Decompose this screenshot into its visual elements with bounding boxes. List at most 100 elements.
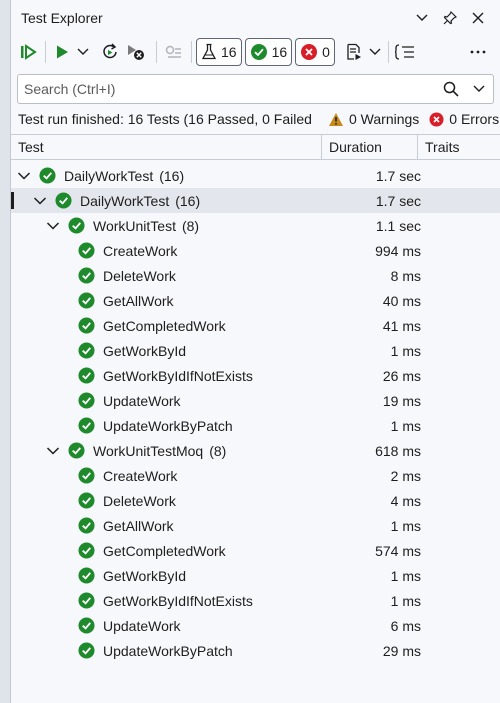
window-title: Test Explorer	[21, 10, 103, 26]
test-name: WorkUnitTestMoq	[93, 442, 204, 459]
test-row[interactable]: UpdateWorkByPatch 1 ms	[11, 413, 500, 438]
errors-indicator[interactable]: 0 Errors	[429, 111, 499, 127]
run-dropdown-button[interactable]	[74, 38, 92, 66]
group-by-icon[interactable]	[393, 38, 417, 66]
test-explorer-panel: Test Explorer 16 16 0 Search (Ctrl+I) Te…	[10, 0, 500, 703]
selection-marker	[11, 192, 14, 209]
passed-icon	[78, 342, 95, 359]
passed-icon	[78, 617, 95, 634]
playlist-dropdown-button[interactable]	[366, 38, 384, 66]
passed-icon	[55, 192, 72, 209]
test-name: GetAllWork	[103, 517, 174, 534]
test-duration: 1 ms	[390, 342, 421, 359]
warning-icon	[329, 112, 343, 126]
more-options-icon[interactable]	[466, 38, 490, 66]
settings-icon[interactable]	[161, 38, 185, 66]
passed-icon	[78, 242, 95, 259]
chevron-down-icon[interactable]	[408, 4, 436, 32]
run-button[interactable]	[50, 38, 74, 66]
test-row[interactable]: GetWorkById 1 ms	[11, 338, 500, 363]
passed-icon	[78, 467, 95, 484]
expand-chevron-icon[interactable]	[46, 219, 60, 233]
test-name: GetWorkById	[103, 342, 186, 359]
column-traits[interactable]: Traits	[418, 135, 500, 159]
test-row[interactable]: GetWorkById 1 ms	[11, 563, 500, 588]
tree-group-row[interactable]: WorkUnitTest (8) 1.1 sec	[11, 213, 500, 238]
test-duration: 994 ms	[375, 242, 421, 259]
run-status-bar: Test run finished: 16 Tests (16 Passed, …	[11, 104, 500, 134]
cancel-run-button[interactable]	[124, 38, 148, 66]
test-name: WorkUnitTest	[93, 217, 176, 234]
search-options-dropdown[interactable]	[465, 85, 493, 93]
error-icon	[429, 112, 444, 126]
test-count: (16)	[175, 192, 201, 209]
test-name: UpdateWork	[103, 617, 181, 634]
test-duration: 1.7 sec	[375, 167, 421, 184]
test-name: DeleteWork	[103, 492, 176, 509]
test-duration: 1 ms	[390, 517, 421, 534]
toolbar-separator	[156, 41, 157, 63]
search-icon[interactable]	[437, 81, 465, 97]
test-row[interactable]: GetCompletedWork 574 ms	[11, 538, 500, 563]
tree-group-row[interactable]: WorkUnitTestMoq (8) 618 ms	[11, 438, 500, 463]
test-row[interactable]: CreateWork 994 ms	[11, 238, 500, 263]
test-duration: 618 ms	[375, 442, 421, 459]
test-duration: 29 ms	[382, 642, 421, 659]
search-input[interactable]	[24, 81, 437, 97]
column-duration[interactable]: Duration	[322, 135, 418, 159]
chevron-down-icon	[473, 85, 485, 92]
passed-icon	[78, 317, 95, 334]
warnings-text: 0 Warnings	[349, 111, 420, 127]
test-name: UpdateWorkByPatch	[103, 642, 233, 659]
test-duration: 6 ms	[390, 617, 421, 634]
test-count: (8)	[209, 442, 227, 459]
test-name: GetWorkByIdIfNotExists	[103, 367, 253, 384]
test-duration: 2 ms	[390, 467, 421, 484]
test-row[interactable]: CreateWork 2 ms	[11, 463, 500, 488]
toolbar: 16 16 0	[11, 36, 500, 68]
pin-icon[interactable]	[436, 4, 464, 32]
failed-icon	[301, 44, 318, 60]
test-name: GetAllWork	[103, 292, 174, 309]
tree-group-row[interactable]: DailyWorkTest (16) 1.7 sec	[11, 188, 500, 213]
test-name: GetWorkByIdIfNotExists	[103, 592, 253, 609]
test-duration: 1 ms	[390, 592, 421, 609]
test-duration: 574 ms	[375, 542, 421, 559]
test-row[interactable]: DeleteWork 4 ms	[11, 488, 500, 513]
passed-icon	[250, 44, 267, 60]
expand-chevron-icon[interactable]	[17, 169, 31, 183]
test-duration: 1 ms	[390, 567, 421, 584]
test-tree: DailyWorkTest (16) 1.7 sec DailyWorkTest (16…	[11, 160, 500, 663]
expand-chevron-icon[interactable]	[46, 444, 60, 458]
column-test[interactable]: Test	[11, 135, 322, 159]
passed-count: 16	[271, 44, 288, 60]
passed-icon	[78, 517, 95, 534]
toolbar-separator	[45, 41, 46, 63]
warnings-indicator[interactable]: 0 Warnings	[328, 111, 419, 127]
tree-group-row[interactable]: DailyWorkTest (16) 1.7 sec	[11, 163, 500, 188]
test-duration: 1.7 sec	[375, 192, 421, 209]
test-row[interactable]: UpdateWork 19 ms	[11, 388, 500, 413]
failed-count: 0	[322, 44, 330, 60]
search-box	[17, 74, 494, 104]
close-icon[interactable]	[464, 4, 492, 32]
test-row[interactable]: GetWorkByIdIfNotExists 1 ms	[11, 588, 500, 613]
test-row[interactable]: DeleteWork 8 ms	[11, 263, 500, 288]
passed-tests-filter[interactable]: 16	[244, 38, 293, 66]
playlist-icon[interactable]	[342, 38, 366, 66]
test-row[interactable]: UpdateWorkByPatch 29 ms	[11, 638, 500, 663]
test-row[interactable]: GetAllWork 1 ms	[11, 513, 500, 538]
test-row[interactable]: GetCompletedWork 41 ms	[11, 313, 500, 338]
test-row[interactable]: UpdateWork 6 ms	[11, 613, 500, 638]
failed-tests-filter[interactable]: 0	[295, 38, 335, 66]
column-header: Test Duration Traits	[11, 134, 500, 160]
test-row[interactable]: GetWorkByIdIfNotExists 26 ms	[11, 363, 500, 388]
passed-icon	[78, 492, 95, 509]
total-tests-filter[interactable]: 16	[196, 38, 242, 66]
test-row[interactable]: GetAllWork 40 ms	[11, 288, 500, 313]
repeat-last-run-button[interactable]	[98, 38, 122, 66]
expand-chevron-icon[interactable]	[33, 194, 47, 208]
run-all-button[interactable]	[17, 38, 41, 66]
test-count: (8)	[181, 217, 200, 234]
passed-icon	[68, 442, 85, 459]
